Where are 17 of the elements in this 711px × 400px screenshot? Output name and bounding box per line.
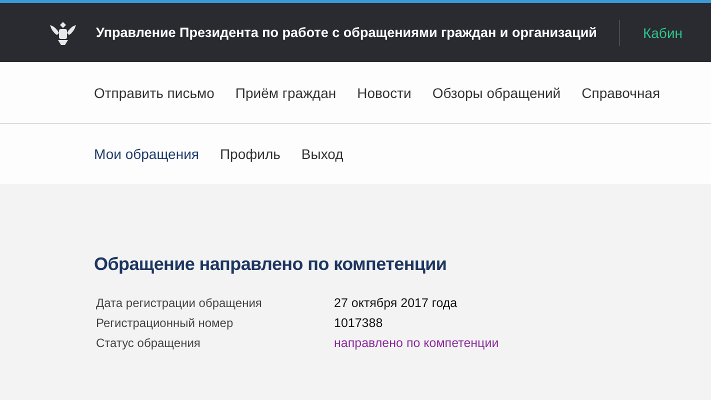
account-link[interactable]: Профиль bbox=[220, 146, 280, 162]
field-label: Дата регистрации обращения bbox=[96, 295, 263, 311]
account-link[interactable]: Мои обращения bbox=[94, 146, 199, 162]
field-label: Регистрационный номер bbox=[96, 315, 234, 331]
nav-link[interactable]: Отправить письмо bbox=[94, 84, 214, 100]
appeal-title: Обращение направлено по компетенции bbox=[94, 254, 448, 275]
nav-link[interactable]: Приём граждан bbox=[235, 84, 336, 100]
nav-link[interactable]: Новости bbox=[357, 84, 412, 100]
field-value: 27 октября 2017 года bbox=[334, 295, 458, 311]
field-label: Статус обращения bbox=[96, 335, 202, 351]
nav-link[interactable]: Обзоры обращений bbox=[432, 84, 561, 100]
site-title: Управление Президента по работе с обращениями граждан и организаций bbox=[96, 25, 597, 40]
field-value: 1017388 bbox=[334, 315, 384, 331]
account-link[interactable]: Выход bbox=[301, 146, 344, 162]
nav-link[interactable]: Справочная bbox=[582, 84, 660, 100]
cabinet-link[interactable]: Кабин bbox=[642, 24, 682, 40]
status-value: направлено по компетенции bbox=[334, 335, 500, 351]
